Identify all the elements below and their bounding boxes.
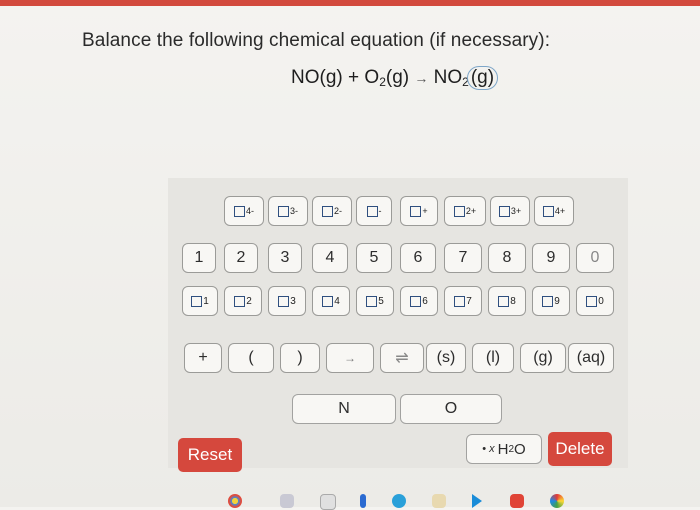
plus-key[interactable]: + (184, 343, 222, 373)
digit-key-3[interactable]: 3 (268, 243, 302, 273)
state-aqueous-key[interactable]: (aq) (568, 343, 614, 373)
placeholder-box-icon (498, 295, 510, 307)
placeholder-box-icon (322, 295, 334, 307)
charge-key-2-minus[interactable]: 2- (312, 196, 352, 226)
charge-key-3-minus[interactable]: 3- (268, 196, 308, 226)
chrome-icon[interactable] (228, 494, 242, 508)
reactant-no: NO(g) (291, 67, 343, 88)
charge-key-4-minus[interactable]: 4- (224, 196, 264, 226)
placeholder-box-icon (453, 205, 465, 217)
placeholder-box-icon (277, 205, 289, 217)
state-liquid-key[interactable]: (l) (472, 343, 514, 373)
placeholder-box-icon (410, 205, 422, 217)
top-accent-bar (0, 0, 700, 6)
play-icon[interactable] (472, 494, 482, 508)
app-icon[interactable] (360, 494, 366, 508)
placeholder-box-icon (366, 205, 378, 217)
placeholder-box-icon (234, 295, 246, 307)
placeholder-box-icon (366, 295, 378, 307)
subscript-key-9[interactable]: 9 (532, 286, 570, 316)
chemical-equation: NO(g) + O2(g) → NO2 (g) (291, 66, 499, 90)
placeholder-box-icon (542, 205, 554, 217)
subscript-key-0[interactable]: 0 (576, 286, 614, 316)
digit-key-8[interactable]: 8 (488, 243, 526, 273)
calendar-icon[interactable] (320, 494, 336, 510)
charge-key-4-plus[interactable]: 4+ (534, 196, 574, 226)
equilibrium-key[interactable]: ⇌ (380, 343, 424, 373)
subscript-key-4[interactable]: 4 (312, 286, 350, 316)
digit-key-7[interactable]: 7 (444, 243, 482, 273)
question-text: Balance the following chemical equation … (82, 30, 551, 51)
subscript-key-7[interactable]: 7 (444, 286, 482, 316)
product-state-highlight[interactable]: (g) (466, 66, 499, 90)
close-paren-key[interactable]: ) (280, 343, 320, 373)
placeholder-box-icon (233, 205, 245, 217)
charge-key-2-plus[interactable]: 2+ (444, 196, 486, 226)
digit-key-9[interactable]: 9 (532, 243, 570, 273)
placeholder-box-icon (542, 295, 554, 307)
taskbar-dock (220, 488, 600, 510)
digit-key-6[interactable]: 6 (400, 243, 436, 273)
digit-key-5[interactable]: 5 (356, 243, 392, 273)
finder-icon[interactable] (392, 494, 406, 508)
subscript-key-8[interactable]: 8 (488, 286, 526, 316)
reactant-o2: O2(g) (364, 67, 410, 89)
charge-key-3-plus[interactable]: 3+ (490, 196, 530, 226)
placeholder-box-icon (191, 295, 203, 307)
reaction-arrow: → (414, 70, 429, 86)
placeholder-box-icon (454, 295, 466, 307)
product-no2[interactable]: NO2 (g) (434, 66, 499, 90)
arrow-key[interactable]: → (326, 343, 374, 373)
digit-key-2[interactable]: 2 (224, 243, 258, 273)
element-key-o[interactable]: O (400, 394, 502, 424)
video-icon[interactable] (510, 494, 524, 508)
delete-button[interactable]: Delete (548, 432, 612, 466)
subscript-key-5[interactable]: 5 (356, 286, 394, 316)
photos-icon[interactable] (432, 494, 446, 508)
placeholder-box-icon (498, 205, 510, 217)
pinwheel-icon[interactable] (550, 494, 564, 508)
mail-icon[interactable] (280, 494, 294, 508)
hydrate-water-key[interactable]: • x H2O (466, 434, 542, 464)
subscript-key-6[interactable]: 6 (400, 286, 438, 316)
digit-key-1[interactable]: 1 (182, 243, 216, 273)
charge-key-minus[interactable]: - (356, 196, 392, 226)
open-paren-key[interactable]: ( (228, 343, 274, 373)
charge-key-plus[interactable]: + (400, 196, 438, 226)
state-solid-key[interactable]: (s) (426, 343, 466, 373)
placeholder-box-icon (321, 205, 333, 217)
placeholder-box-icon (278, 295, 290, 307)
placeholder-box-icon (410, 295, 422, 307)
subscript-key-3[interactable]: 3 (268, 286, 306, 316)
subscript-key-2[interactable]: 2 (224, 286, 262, 316)
state-gas-key[interactable]: (g) (520, 343, 566, 373)
equation-plus: + (348, 67, 360, 88)
reset-button[interactable]: Reset (178, 438, 242, 472)
subscript-key-1[interactable]: 1 (182, 286, 218, 316)
element-key-n[interactable]: N (292, 394, 396, 424)
placeholder-box-icon (586, 295, 598, 307)
digit-key-4[interactable]: 4 (312, 243, 348, 273)
digit-key-0[interactable]: 0 (576, 243, 614, 273)
